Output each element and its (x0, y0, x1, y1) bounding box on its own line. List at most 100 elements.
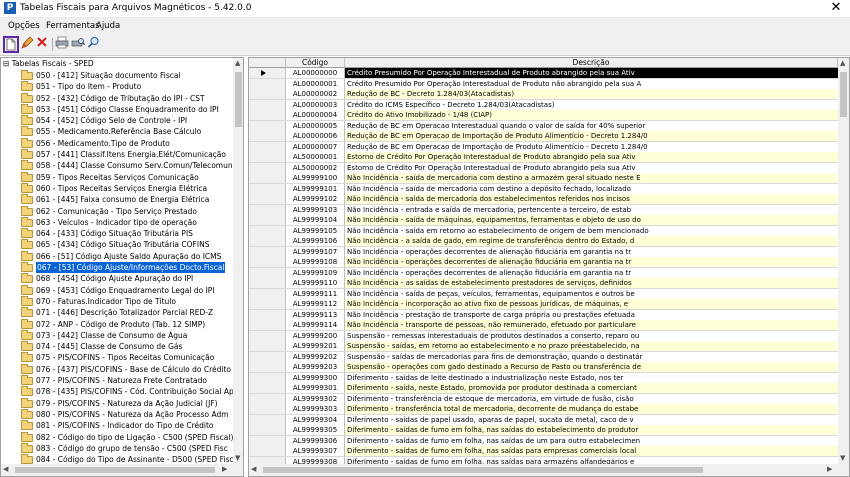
row-indicator[interactable] (249, 183, 286, 194)
row-indicator[interactable] (249, 246, 286, 257)
cell-codigo[interactable]: AL50000002 (286, 162, 345, 173)
scroll-down-arrow-icon[interactable]: ▼ (235, 454, 240, 462)
row-indicator[interactable] (249, 372, 286, 383)
table-row[interactable]: AL99999102 Não Incidência - saída de merc… (249, 194, 838, 205)
table-row[interactable]: AL99999112 Não Incidência - incorporação … (249, 299, 838, 310)
tree-item[interactable]: 072 - ANP - Código de Produto (Tab. 12 S… (1, 318, 233, 330)
table-row[interactable]: AL00000005 Redução de BC em Operacao Inte… (249, 120, 838, 131)
row-indicator[interactable] (249, 267, 286, 278)
row-indicator[interactable] (249, 204, 286, 215)
table-row[interactable]: AL99999302 Diferimento - transferência de… (249, 393, 838, 404)
cell-codigo[interactable]: AL99999104 (286, 215, 345, 225)
cell-codigo[interactable]: AL99999305 (286, 425, 345, 435)
row-indicator[interactable] (249, 425, 286, 435)
cell-descricao[interactable]: Suspensão - saídas de mercadorias para f… (345, 351, 838, 362)
tree-item[interactable]: 058 - [444] Classe Consumo Serv.Comun/Te… (1, 160, 233, 171)
tree-item[interactable]: 065 - [434] Código Situação Tributária C… (1, 239, 233, 250)
tree-item[interactable]: 052 - [432] Código de Tributação do IPI … (1, 92, 233, 104)
row-indicator[interactable] (249, 141, 286, 152)
tree-item[interactable]: 060 - Tipos Receitas Serviços Energia El… (1, 182, 233, 194)
row-indicator[interactable] (249, 131, 286, 141)
cell-codigo[interactable]: AL99999201 (286, 341, 345, 351)
cell-descricao[interactable]: Não Incidência - incorporação ao ativo f… (345, 299, 838, 309)
table-row[interactable]: AL99999202 Suspensão - saídas de mercador… (249, 351, 838, 362)
row-indicator[interactable] (249, 194, 286, 204)
tree-item[interactable]: 071 - [446] Descrição Totalizador Parcia… (1, 307, 233, 318)
table-row[interactable]: AL99999111 Não Incidência - saída de peça… (249, 288, 838, 299)
cell-codigo[interactable]: AL99999303 (286, 404, 345, 414)
cell-codigo[interactable]: AL99999109 (286, 267, 345, 278)
column-header-descricao[interactable]: Descrição (345, 58, 838, 68)
row-indicator[interactable] (249, 99, 286, 110)
cell-codigo[interactable]: AL99999101 (286, 183, 345, 194)
print-preview-button[interactable] (71, 36, 87, 53)
tree-item[interactable]: 056 - Medicamento.Tipo de Produto (1, 137, 233, 149)
table-row[interactable]: AL99999105 Não Incidência - saída em reto… (249, 225, 838, 236)
menu-ferramentas[interactable]: Ferramentas (46, 21, 100, 31)
cell-descricao[interactable]: Diferimento - saídas de papel usado, apa… (345, 414, 838, 425)
tree-item[interactable]: 082 - Código do tipo de Ligação - C500 (… (1, 431, 233, 443)
cell-codigo[interactable]: AL99999302 (286, 393, 345, 404)
cell-codigo[interactable]: AL00000001 (286, 78, 345, 89)
cell-codigo[interactable]: AL99999103 (286, 204, 345, 215)
row-indicator[interactable] (249, 288, 286, 299)
table-row[interactable]: AL99999300 Diferimento - saídas de leite … (249, 372, 838, 383)
table-row[interactable]: AL50000001 Estorno de Crédito Por Operaçã… (249, 152, 838, 163)
row-indicator[interactable] (249, 404, 286, 414)
row-indicator[interactable] (249, 320, 286, 330)
row-indicator[interactable] (249, 173, 286, 183)
row-indicator[interactable] (249, 362, 286, 372)
cell-codigo[interactable]: AL99999114 (286, 320, 345, 330)
cell-descricao[interactable]: Não Incidência - as saídas de estabeleci… (345, 278, 838, 288)
tree-item[interactable]: 063 - Veículos - Indicador tipo de opera… (1, 216, 233, 228)
tree-item[interactable]: 078 - [435] PIS/COFINS - Cód. Contribuiç… (1, 386, 233, 397)
scroll-thumb[interactable] (235, 72, 242, 127)
cell-codigo[interactable]: AL99999106 (286, 236, 345, 246)
tables-tree[interactable]: ⊟ Tabelas Fiscais - SPED 050 - [412] Sit… (0, 57, 244, 477)
table-row[interactable]: AL99999103 Não Incidência - entrada e saí… (249, 204, 838, 215)
row-indicator[interactable] (249, 393, 286, 404)
table-row[interactable]: AL99999108 Não Incidência - operações dec… (249, 257, 838, 268)
tree-item[interactable]: 064 - [433] Código Situação Tributária P… (1, 228, 233, 239)
cell-descricao[interactable]: Não Incidência - saída de mercadoria dos… (345, 194, 838, 204)
cell-codigo[interactable]: AL99999307 (286, 446, 345, 456)
table-row[interactable]: AL99999307 Diferimento - saídas de fumo e… (249, 446, 838, 457)
tree-item[interactable]: 054 - [452] Código Selo de Controle - IP… (1, 115, 233, 126)
cell-descricao[interactable]: Não Incidência - a saída de gado, em reg… (345, 236, 838, 246)
scroll-thumb[interactable] (263, 467, 703, 473)
table-row[interactable]: AL00000001 Crédito Presumido Por Operação… (249, 78, 838, 89)
tree-item[interactable]: 051 - Tipo do Item - Produto (1, 81, 233, 92)
tree-item[interactable]: 055 - Medicamento.Referência Base Cálcul… (1, 126, 233, 137)
cell-descricao[interactable]: Não Incidência - saída de mercadoria com… (345, 183, 838, 194)
scroll-right-arrow-icon[interactable]: ▶ (827, 465, 832, 473)
table-row[interactable]: AL00000003 Crédito do ICMS Específico - D… (249, 99, 838, 110)
table-row[interactable]: AL99999303 Diferimento - transferência to… (249, 404, 838, 415)
print-button[interactable] (55, 36, 71, 53)
row-indicator[interactable] (249, 341, 286, 351)
cell-codigo[interactable]: AL99999200 (286, 330, 345, 341)
edit-record-button[interactable] (20, 36, 36, 53)
cell-codigo[interactable]: AL99999113 (286, 309, 345, 320)
menu-ajuda[interactable]: Ajuda (96, 21, 120, 31)
cell-descricao[interactable]: Redução de BC em Operacao de Importação … (345, 141, 838, 152)
cell-codigo[interactable]: AL50000001 (286, 152, 345, 162)
new-record-button[interactable] (3, 36, 19, 53)
tree-item[interactable]: 076 - [437] PIS/COFINS - Base de Cálculo… (1, 363, 233, 375)
table-row[interactable]: AL00000000 Crédito Presumido Por Operação… (249, 68, 838, 79)
table-row[interactable]: AL99999106 Não Incidência - a saída de ga… (249, 236, 838, 247)
cell-descricao[interactable]: Redução de BC em Operacao de Importação … (345, 131, 838, 141)
tree-item[interactable]: 081 - PIS/COFINS - Indicador do Tipo de … (1, 420, 233, 431)
row-indicator[interactable] (249, 236, 286, 246)
table-row[interactable]: AL99999201 Suspensão - saídas, em retorno… (249, 341, 838, 352)
tree-item[interactable]: 061 - [445] Faixa consumo de Energia Elé… (1, 194, 233, 205)
tree-item[interactable]: 077 - PIS/COFINS - Natureza Frete Contra… (1, 375, 233, 386)
scroll-left-arrow-icon[interactable]: ◀ (3, 465, 8, 473)
menu-opcoes[interactable]: Opções (8, 21, 40, 31)
row-indicator[interactable] (249, 278, 286, 288)
table-row[interactable]: AL99999305 Diferimento - saídas de fumo e… (249, 425, 838, 436)
cell-descricao[interactable]: Não Incidência - entrada e saída de merc… (345, 204, 838, 215)
cell-descricao[interactable]: Não Incidência - saída em retorno ao est… (345, 225, 838, 236)
cell-descricao[interactable]: Estorno de Crédito Por Operação Interest… (345, 152, 838, 162)
close-window-button[interactable]: ✕ (828, 0, 844, 16)
scroll-up-arrow-icon[interactable]: ▲ (840, 59, 845, 67)
